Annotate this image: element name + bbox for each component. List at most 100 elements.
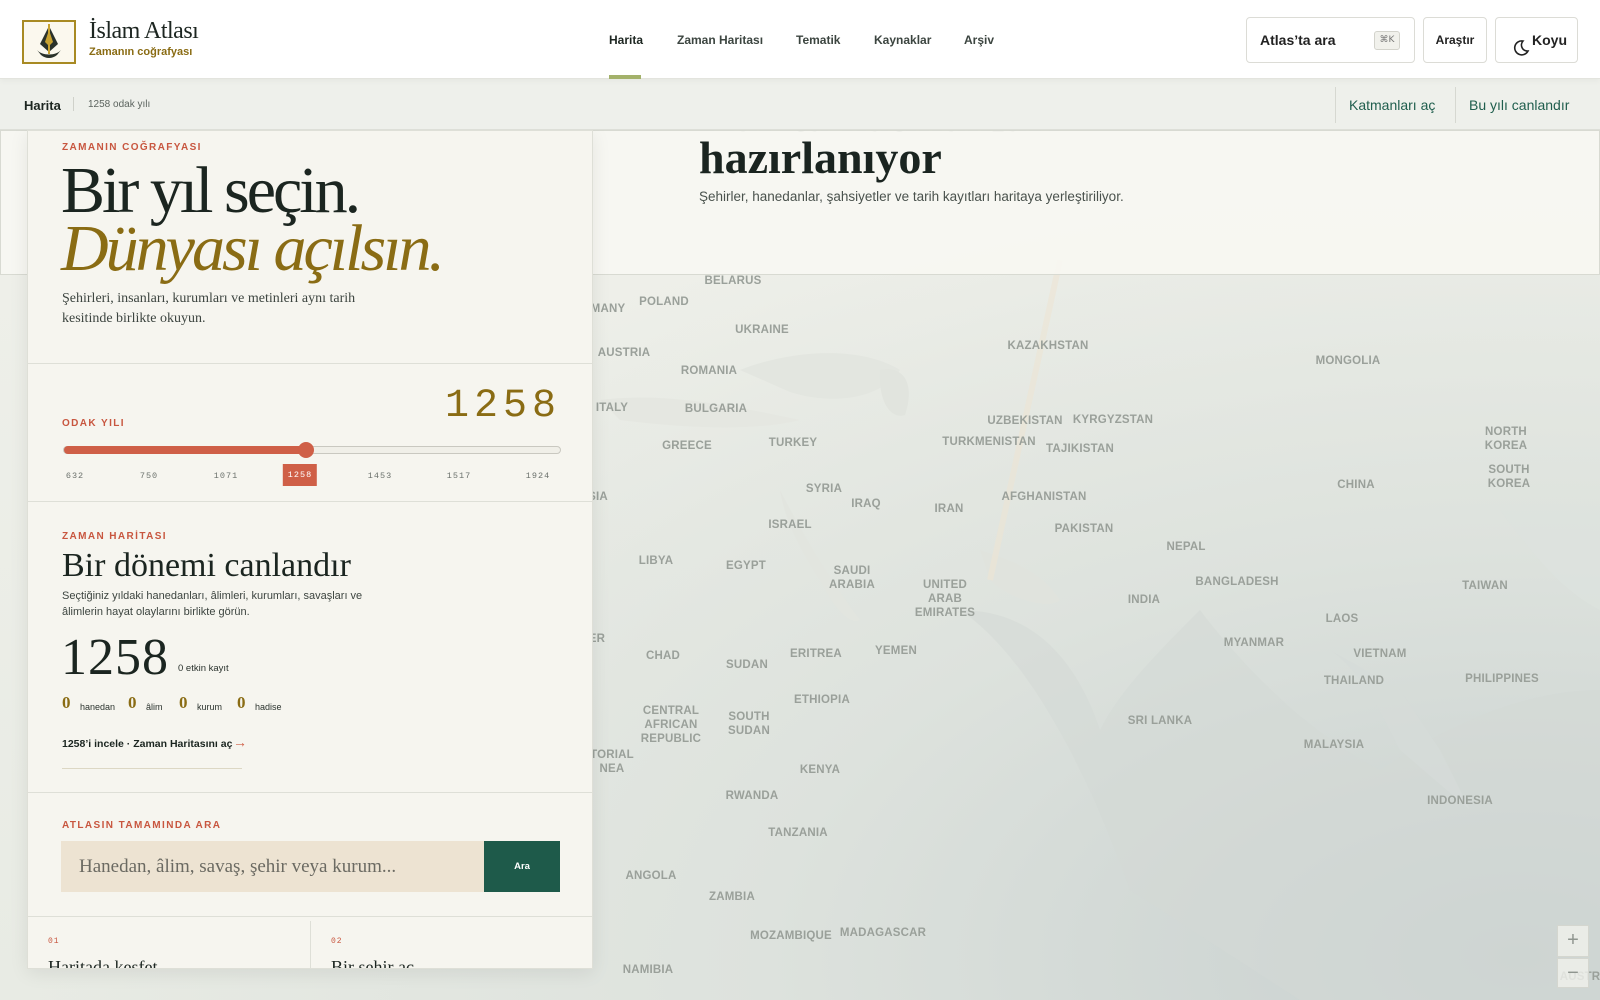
map-label-angola[interactable]: ANGOLA: [625, 869, 676, 883]
nav-arsiv[interactable]: Arşiv: [964, 33, 994, 47]
map-label-many[interactable]: MANY: [591, 302, 626, 316]
year-picker-section: ODAK YILI 1258 632 750 1071 1258 1453 1517 192…: [28, 364, 592, 502]
map-label-saudi-arabia[interactable]: SAUDI ARABIA: [829, 564, 875, 592]
map-label-turkmenistan[interactable]: TURKMENISTAN: [942, 435, 1036, 449]
map-label-austria[interactable]: AUSTRIA: [598, 346, 651, 360]
loading-title: hazırlanıyor: [699, 132, 942, 183]
map-label-yemen[interactable]: YEMEN: [875, 644, 917, 658]
map-label-sudan[interactable]: SUDAN: [726, 658, 768, 672]
animate-year-button[interactable]: Bu yılı canlandır: [1469, 97, 1569, 113]
map-label-india[interactable]: INDIA: [1128, 593, 1160, 607]
map-label-egypt[interactable]: EGYPT: [726, 559, 766, 573]
map-label-italy[interactable]: ITALY: [596, 401, 628, 415]
map-label-chad[interactable]: CHAD: [646, 649, 680, 663]
year-tick-1924[interactable]: 1924: [526, 471, 550, 481]
year-tick-1517[interactable]: 1517: [447, 471, 471, 481]
map-label-south-korea[interactable]: SOUTH KOREA: [1488, 463, 1531, 491]
map-label-thailand[interactable]: THAILAND: [1324, 674, 1384, 688]
map-label-kazakhstan[interactable]: KAZAKHSTAN: [1007, 339, 1088, 353]
year-tick-632[interactable]: 632: [66, 471, 84, 481]
map-label-eritrea[interactable]: ERITREA: [790, 647, 842, 661]
map-label-syria[interactable]: SYRIA: [806, 482, 842, 496]
research-button[interactable]: Araştır: [1423, 17, 1487, 63]
map-label-madagascar[interactable]: MADAGASCAR: [840, 926, 926, 940]
nav-kaynaklar[interactable]: Kaynaklar: [874, 33, 931, 47]
stat-event-label: hadise: [255, 702, 282, 712]
map-label-tajikistan[interactable]: TAJIKISTAN: [1046, 442, 1114, 456]
map-label-philippines[interactable]: PHILIPPINES: [1465, 672, 1539, 686]
map-label-mozambique[interactable]: MOZAMBIQUE: [750, 929, 832, 943]
period-title: Bir dönemi canlandır: [62, 547, 351, 584]
map-label-laos[interactable]: LAOS: [1326, 612, 1359, 626]
map-label-taiwan[interactable]: TAIWAN: [1462, 579, 1508, 593]
year-tick-1453[interactable]: 1453: [368, 471, 392, 481]
map-label-ukraine[interactable]: UKRAINE: [735, 323, 789, 337]
breadcrumb-focus-year: 1258 odak yılı: [88, 99, 151, 110]
map-label-north-korea[interactable]: NORTH KOREA: [1485, 425, 1528, 453]
map-label-central-african-republic[interactable]: CENTRAL AFRICAN REPUBLIC: [641, 704, 701, 746]
brand-title[interactable]: İslam Atlası: [89, 18, 199, 45]
map-label-poland[interactable]: POLAND: [639, 295, 689, 309]
map-label-malaysia[interactable]: MALAYSIA: [1304, 738, 1365, 752]
top-navigation-bar: İslam Atlası Zamanın coğrafyası Harita Z…: [0, 0, 1600, 79]
map-label-myanmar[interactable]: MYANMAR: [1224, 636, 1284, 650]
map-label-torial-nea[interactable]: TORIAL NEA: [590, 748, 634, 776]
atlas-logo-icon[interactable]: [22, 20, 76, 64]
year-tick-1258[interactable]: 1258: [282, 464, 318, 486]
map-label-united-arab-emirates[interactable]: UNITED ARAB EMIRATES: [915, 578, 975, 620]
year-slider-handle[interactable]: [297, 442, 314, 458]
map-label-israel[interactable]: ISRAEL: [768, 518, 811, 532]
map-label-nepal[interactable]: NEPAL: [1166, 540, 1205, 554]
map-label-romania[interactable]: ROMANIA: [681, 364, 737, 378]
map-label-uzbekistan[interactable]: UZBEKISTAN: [987, 414, 1062, 428]
explore-map-card[interactable]: 01 Haritada keşfet: [28, 921, 311, 968]
open-time-map-link[interactable]: 1258’i incele · Zaman Haritasını aç: [62, 738, 232, 750]
nav-zaman-haritasi[interactable]: Zaman Haritası: [677, 33, 763, 47]
map-label-china[interactable]: CHINA: [1337, 478, 1374, 492]
map-label-bulgaria[interactable]: BULGARIA: [685, 402, 747, 416]
open-layers-button[interactable]: Katmanları aç: [1349, 97, 1435, 113]
map-label-tanzania[interactable]: TANZANIA: [768, 826, 828, 840]
map-label-kenya[interactable]: KENYA: [800, 763, 840, 777]
map-label-vietnam[interactable]: VIETNAM: [1353, 647, 1406, 661]
map-label-rwanda[interactable]: RWANDA: [726, 789, 779, 803]
year-tick-1071[interactable]: 1071: [214, 471, 238, 481]
map-label-belarus[interactable]: BELARUS: [705, 274, 762, 288]
map-label-zambia[interactable]: ZAMBIA: [709, 890, 755, 904]
map-label-kyrgyzstan[interactable]: KYRGYZSTAN: [1073, 413, 1153, 427]
atlas-search-submit-button[interactable]: Ara: [484, 841, 560, 892]
map-label-iran[interactable]: IRAN: [935, 502, 964, 516]
map-label-south-sudan[interactable]: SOUTH SUDAN: [728, 710, 770, 738]
open-city-card[interactable]: 02 Bir şehir aç: [311, 921, 592, 968]
zoom-out-button[interactable]: −: [1557, 958, 1589, 988]
year-tick-750[interactable]: 750: [140, 471, 158, 481]
map-label-sri-lanka[interactable]: SRI LANKA: [1128, 714, 1192, 728]
year-explorer-panel: ZAMANIN COĞRAFYASI Bir yıl seçin. Dünyas…: [27, 130, 593, 969]
atlas-search-section: ATLASIN TAMAMINDA ARA Hanedan, âlim, sav…: [28, 793, 592, 917]
map-label-greece[interactable]: GREECE: [662, 439, 712, 453]
nav-tematik[interactable]: Tematik: [796, 33, 840, 47]
theme-toggle-button[interactable]: Koyu: [1495, 17, 1578, 63]
brand-subtitle: Zamanın coğrafyası: [89, 46, 193, 58]
arrow-right-icon[interactable]: →: [233, 734, 247, 750]
atlas-search-button[interactable]: Atlas’ta ara ⌘K: [1246, 17, 1415, 63]
map-label-pakistan[interactable]: PAKISTAN: [1055, 522, 1114, 536]
stat-event-count: 0: [237, 693, 246, 712]
map-label-ethiopia[interactable]: ETHIOPIA: [794, 693, 850, 707]
nav-harita[interactable]: Harita: [609, 33, 643, 47]
map-label-namibia[interactable]: NAMIBIA: [623, 963, 674, 977]
map-label-turkey[interactable]: TURKEY: [769, 436, 817, 450]
zoom-in-button[interactable]: +: [1557, 925, 1589, 957]
map-label-iraq[interactable]: IRAQ: [851, 497, 881, 511]
year-slider[interactable]: [63, 442, 561, 458]
map-label-libya[interactable]: LIBYA: [639, 554, 673, 568]
stat-scholar-count: 0: [128, 693, 137, 712]
map-label-mongolia[interactable]: MONGOLIA: [1316, 354, 1381, 368]
breadcrumb-harita[interactable]: Harita: [24, 98, 61, 113]
map-label-bangladesh[interactable]: BANGLADESH: [1195, 575, 1278, 589]
map-label-afghanistan[interactable]: AFGHANISTAN: [1001, 490, 1086, 504]
hero-intro: Şehirleri, insanları, kurumları ve metin…: [62, 291, 356, 326]
atlas-search-input[interactable]: Hanedan, âlim, savaş, şehir veya kurum..…: [61, 841, 484, 892]
year-slider-fill: [64, 446, 306, 454]
map-label-indonesia[interactable]: INDONESIA: [1427, 794, 1493, 808]
